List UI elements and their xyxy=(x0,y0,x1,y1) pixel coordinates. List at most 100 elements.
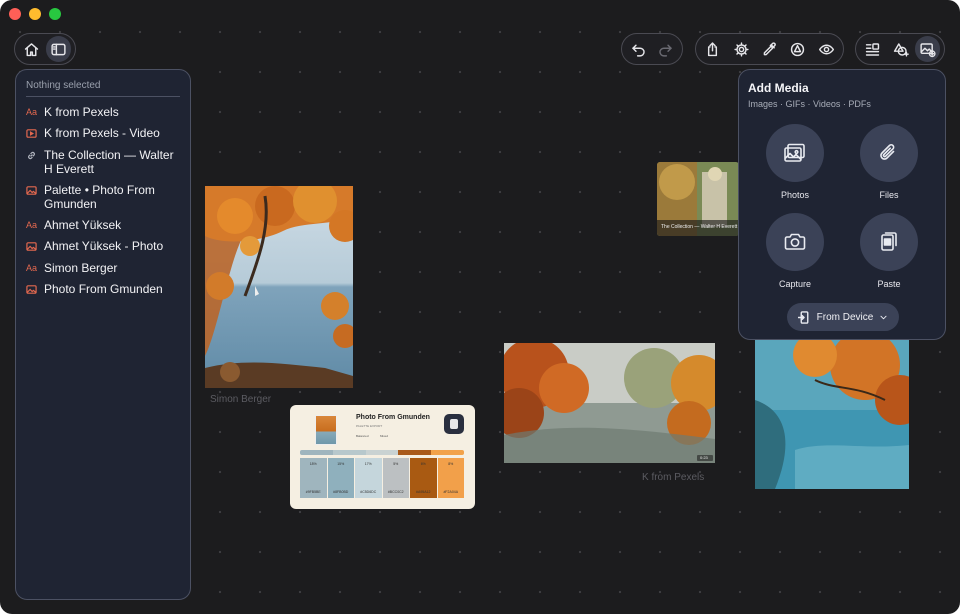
palette-swatch[interactable]: 8% #F2A04A xyxy=(437,458,464,498)
image-icon xyxy=(26,185,37,198)
swatch-percent: 8% xyxy=(448,462,454,466)
from-device-label: From Device xyxy=(816,311,874,323)
palette-bar-segment xyxy=(300,450,333,455)
window-minimize-button[interactable] xyxy=(29,8,41,20)
gear-icon xyxy=(734,41,749,57)
add-media-panel: Add Media Images · GIFs · Videos · PDFs … xyxy=(738,69,946,340)
eyedropper-icon xyxy=(763,41,776,55)
photos-option[interactable]: Photos xyxy=(755,124,835,200)
eyedropper-button[interactable] xyxy=(757,36,782,62)
video-duration-badge: 0:23 xyxy=(700,455,708,460)
canvas-palette-card[interactable]: Photo From Gmunden PALETTE EXPORT Balanc… xyxy=(290,405,475,509)
swatch-hex: #8FB0BD xyxy=(333,490,349,494)
device-icon xyxy=(797,310,809,324)
add-media-button[interactable] xyxy=(915,36,941,62)
sidebar-item-label: Simon Berger xyxy=(44,261,118,275)
swatch-hex: #A95A12 xyxy=(416,490,431,494)
sidebar-item[interactable]: The Collection — Walter H Everett xyxy=(26,148,180,176)
files-label: Files xyxy=(879,190,899,200)
link-card-title: The Collection — Walter H Everett xyxy=(661,224,738,230)
home-icon xyxy=(24,42,39,56)
share-button[interactable] xyxy=(700,36,725,62)
sidebar-item-label: Ahmet Yüksek - Photo xyxy=(44,239,164,253)
sidebar-item[interactable]: Ahmet Yüksek - Photo xyxy=(26,239,180,254)
from-device-button[interactable]: From Device xyxy=(787,303,899,331)
palette-swatch[interactable]: 18% #9FB5BE xyxy=(300,458,327,498)
add-media-title: Add Media xyxy=(748,81,809,95)
paste-option[interactable]: Paste xyxy=(849,213,929,289)
paperclip-icon xyxy=(880,144,895,160)
home-button[interactable] xyxy=(19,36,44,62)
swatch-hex: #BCC0C2 xyxy=(387,490,404,494)
add-media-icon xyxy=(920,42,936,57)
shapes-button[interactable] xyxy=(785,36,810,62)
add-shape-icon xyxy=(893,42,909,57)
sidebar-item-label: Palette • Photo From Gmunden xyxy=(44,183,155,211)
palette-bar-segment xyxy=(365,450,399,455)
swatch-hex: #9FB5BE xyxy=(305,490,321,494)
sidebar-item[interactable]: Aa Simon Berger xyxy=(26,261,180,275)
image-icon xyxy=(26,241,37,254)
preview-button[interactable] xyxy=(814,36,839,62)
palette-bar xyxy=(300,450,464,455)
image-icon xyxy=(26,284,37,297)
canvas-photo-ahmet-yuksek[interactable] xyxy=(755,340,909,489)
sidebar-item[interactable]: Photo From Gmunden xyxy=(26,282,180,297)
photos-icon xyxy=(784,143,805,162)
swatch-percent: 5% xyxy=(393,462,399,466)
link-icon xyxy=(26,150,37,163)
video-icon xyxy=(26,128,37,141)
text-list-button[interactable] xyxy=(860,36,885,62)
redo-button[interactable] xyxy=(653,36,678,62)
caption-k-from-pexels: K from Pexels xyxy=(642,472,705,483)
left-toolbar xyxy=(14,33,76,65)
swatch-percent: 17% xyxy=(364,462,372,466)
palette-swatch[interactable]: 6% #A95A12 xyxy=(410,458,437,498)
camera-icon xyxy=(784,233,806,250)
sidebar-item[interactable]: Palette • Photo From Gmunden xyxy=(26,183,180,211)
palette-subtitle: PALETTE EXPORT xyxy=(356,424,383,428)
palette-swatches: 18% #9FB5BE 15% #8FB0BD 17% #C5D6DC 5% #BCC0C2 6… xyxy=(300,458,464,498)
palette-meta-left: Balanced xyxy=(356,434,369,438)
canvas-video-k-from-pexels[interactable]: 0:23 xyxy=(504,343,715,463)
palette-title: Photo From Gmunden xyxy=(356,414,430,421)
canvas-link-card-collection[interactable]: The Collection — Walter H Everett xyxy=(657,162,739,236)
sidebar-item-label: Photo From Gmunden xyxy=(44,282,163,296)
sidebar-item-label: K from Pexels xyxy=(44,105,119,119)
text-icon: Aa xyxy=(26,220,38,230)
canvas-photo-simon-berger[interactable] xyxy=(205,186,353,388)
palette-bar-segment xyxy=(398,450,432,455)
palette-thumbnail xyxy=(315,415,337,445)
undo-icon xyxy=(632,44,645,57)
window-close-button[interactable] xyxy=(9,8,21,20)
text-icon: Aa xyxy=(26,263,38,273)
files-option[interactable]: Files xyxy=(849,124,929,200)
palette-app-icon xyxy=(444,414,464,434)
sidebar-toggle-icon xyxy=(51,43,66,55)
palette-swatch[interactable]: 15% #8FB0BD xyxy=(327,458,354,498)
undo-button[interactable] xyxy=(626,36,651,62)
sidebar-item[interactable]: Aa K from Pexels xyxy=(26,105,180,119)
redo-icon xyxy=(659,44,672,57)
sidebar-item-label: Ahmet Yüksek xyxy=(44,218,122,232)
sidebar-list: Aa K from Pexels K from Pexels - Video The … xyxy=(26,105,180,297)
window-zoom-button[interactable] xyxy=(49,8,61,20)
add-shape-button[interactable] xyxy=(888,36,913,62)
paste-icon xyxy=(881,232,897,251)
caption-simon-berger: Simon Berger xyxy=(210,394,272,405)
sidebar-header: Nothing selected xyxy=(26,70,180,97)
sidebar-item[interactable]: Aa Ahmet Yüksek xyxy=(26,218,180,232)
chevron-down-icon xyxy=(880,315,887,319)
swatch-percent: 18% xyxy=(309,462,317,466)
palette-swatch[interactable]: 17% #C5D6DC xyxy=(355,458,382,498)
photos-label: Photos xyxy=(780,190,810,200)
sidebar-item-label: K from Pexels - Video xyxy=(44,126,160,140)
share-icon xyxy=(708,41,718,56)
sidebar-toggle-button[interactable] xyxy=(46,36,71,62)
capture-option[interactable]: Capture xyxy=(755,213,835,289)
paste-label: Paste xyxy=(877,279,901,289)
swatch-hex: #C5D6DC xyxy=(360,490,377,494)
palette-swatch[interactable]: 5% #BCC0C2 xyxy=(382,458,409,498)
sidebar-item[interactable]: K from Pexels - Video xyxy=(26,126,180,141)
settings-button[interactable] xyxy=(728,36,753,62)
